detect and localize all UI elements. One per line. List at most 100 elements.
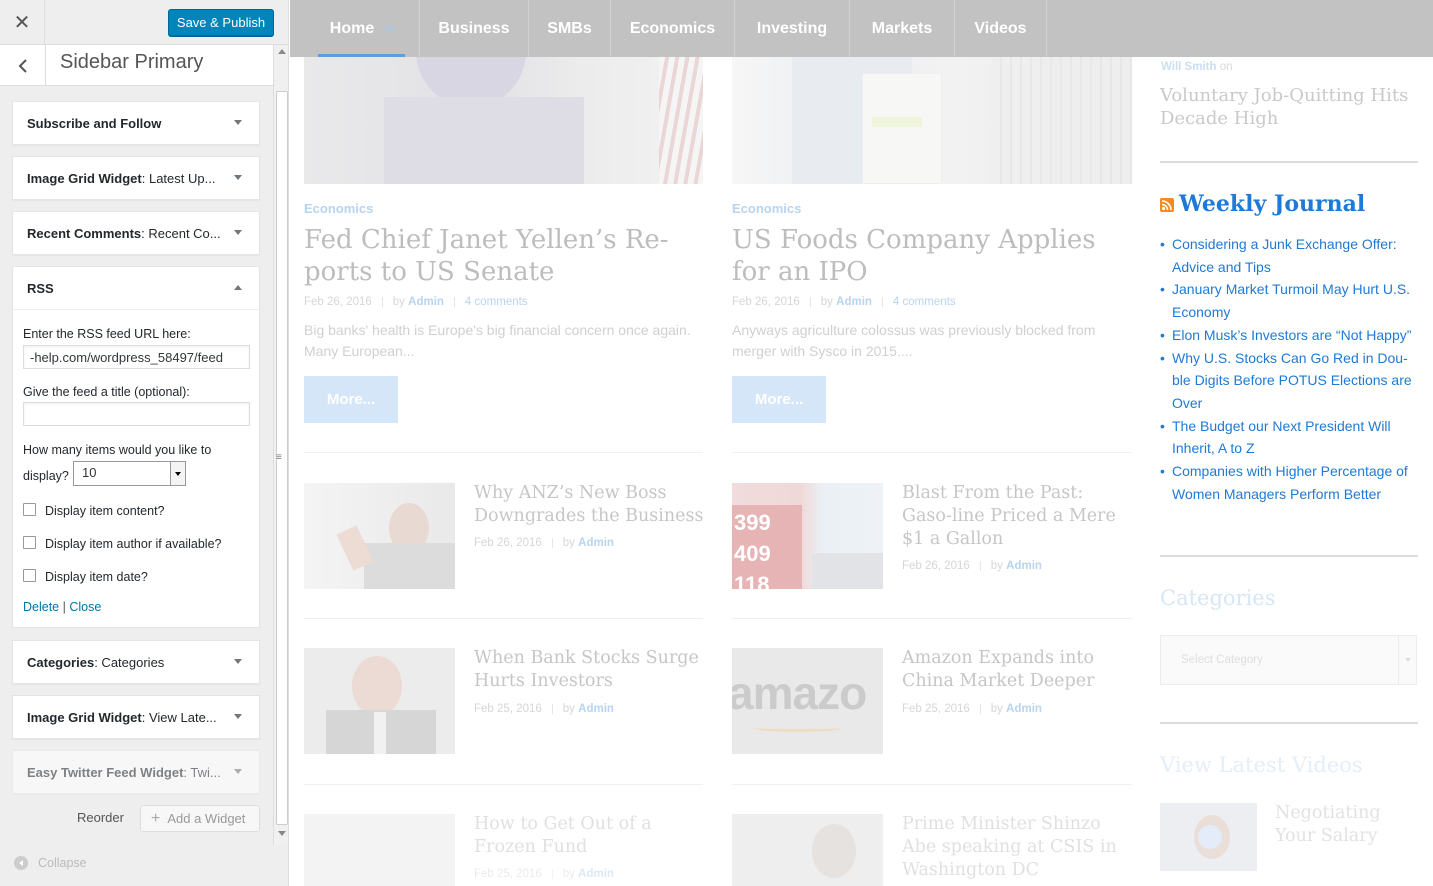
nav-item-business[interactable]: Business <box>420 0 529 57</box>
thumb-gasoline[interactable]: 399 409 118 <box>732 483 883 589</box>
delete-link[interactable]: Delete <box>23 600 59 614</box>
reorder-link[interactable]: Reorder <box>77 810 124 825</box>
widget-image-grid-latest[interactable]: Image Grid Widget: Latest Up... <box>12 156 260 200</box>
chevron-down-icon[interactable] <box>234 120 242 125</box>
collapse-icon <box>14 856 28 870</box>
nav-item-economics[interactable]: Economics <box>611 0 735 57</box>
more-button[interactable]: More... <box>304 376 398 423</box>
rss-url-label: Enter the RSS feed URL here: <box>23 327 191 341</box>
chevron-down-icon[interactable] <box>1398 636 1416 684</box>
list-item[interactable]: Elon Musk’s Investors are “Not Happy” <box>1160 324 1422 347</box>
post-meta: Feb 26, 2016 by Admin <box>474 537 614 549</box>
site-preview: Economics Fed Chief Janet Yellen’s Re-po… <box>290 0 1433 886</box>
thumb-bank-stocks[interactable] <box>304 648 455 754</box>
video-thumbnail[interactable] <box>1160 803 1257 871</box>
list-item[interactable]: Companies with Higher Percentage of Wome… <box>1160 460 1422 505</box>
post-category[interactable]: Economics <box>304 201 373 216</box>
scroll-down-icon[interactable] <box>278 831 286 836</box>
featured-post-title[interactable]: US Foods Company Applies for an IPO <box>732 224 1127 288</box>
post-meta: Feb 25, 2016 by Admin <box>474 868 614 880</box>
recent-comment-author[interactable]: Will Smith on <box>1161 61 1232 73</box>
post-title[interactable]: When Bank Stocks Surge Hurts Investors <box>474 647 704 693</box>
rss-items-select[interactable]: 10 <box>73 461 186 486</box>
category-select-placeholder: Select Category <box>1181 654 1263 666</box>
nav-item-smbs[interactable]: SMBs <box>529 0 611 57</box>
recent-comment-post[interactable]: Voluntary Job-Quitting Hits Decade High <box>1160 84 1418 130</box>
collapse-button[interactable]: Collapse <box>14 856 87 870</box>
list-item[interactable]: Considering a Junk Exchange Offer: Advic… <box>1160 233 1422 278</box>
featured-image-us-foods[interactable] <box>732 57 1132 184</box>
weekly-journal-title[interactable]: Weekly Journal <box>1179 191 1365 217</box>
save-publish-button[interactable]: Save & Publish <box>168 9 274 36</box>
thumb-anz[interactable] <box>304 483 455 589</box>
post-comments[interactable]: 4 comments <box>893 296 956 308</box>
customizer-panel: ✕ Save & Publish Sidebar Primary Subscri… <box>0 0 289 886</box>
rss-title-input[interactable] <box>23 402 250 426</box>
widget-subtitle: : Twi... <box>183 765 221 780</box>
chevron-down-icon[interactable] <box>234 230 242 235</box>
thumb-shinzo-abe[interactable] <box>732 814 883 886</box>
list-item[interactable]: Why U.S. Stocks Can Go Red in Dou-ble Di… <box>1160 347 1422 415</box>
post-title[interactable]: Blast From the Past: Gaso-line Priced a … <box>902 482 1137 551</box>
post-author[interactable]: Admin <box>408 296 444 308</box>
section-title: Sidebar Primary <box>60 51 204 73</box>
post-comments[interactable]: 4 comments <box>465 296 528 308</box>
featured-post-title[interactable]: Fed Chief Janet Yellen’s Re-ports to US … <box>304 224 694 288</box>
post-author[interactable]: Admin <box>1006 560 1042 572</box>
nav-item-markets[interactable]: Markets <box>850 0 955 57</box>
plus-icon: + <box>151 809 161 827</box>
rss-items-label: How many items would you like to <box>23 443 212 457</box>
post-title[interactable]: How to Get Out of a Frozen Fund <box>474 813 704 859</box>
post-title[interactable]: Prime Minister Shinzo Abe speaking at CS… <box>902 813 1137 882</box>
post-author[interactable]: Admin <box>578 537 614 549</box>
chevron-down-icon[interactable] <box>170 462 185 485</box>
post-author[interactable]: Admin <box>578 703 614 715</box>
chevron-down-icon[interactable] <box>234 659 242 664</box>
chevron-down-icon[interactable] <box>234 769 242 774</box>
post-title[interactable]: Amazon Expands into China Market Deeper <box>902 647 1132 693</box>
close-link[interactable]: Close <box>69 600 101 614</box>
close-icon[interactable]: ✕ <box>0 0 45 45</box>
panel-scrollbar[interactable] <box>273 45 288 845</box>
post-meta: Feb 25, 2016 by Admin <box>474 703 614 715</box>
post-title[interactable]: Why ANZ’s New Boss Downgrades the Busine… <box>474 482 704 528</box>
author-name[interactable]: Will Smith <box>1161 61 1216 73</box>
chevron-up-icon[interactable] <box>234 285 242 290</box>
rss-icon[interactable] <box>1160 198 1174 212</box>
featured-image-yellen[interactable] <box>304 57 703 184</box>
thumb-frozen-fund[interactable] <box>304 814 455 886</box>
widget-recent-comments[interactable]: Recent Comments: Recent Co... <box>12 211 260 255</box>
post-author[interactable]: Admin <box>836 296 872 308</box>
more-button[interactable]: More... <box>732 376 826 423</box>
add-widget-button[interactable]: + Add a Widget <box>140 805 260 832</box>
post-category[interactable]: Economics <box>732 201 801 216</box>
list-item[interactable]: The Budget our Next President Will Inher… <box>1160 415 1422 460</box>
widget-title: RSS <box>27 281 54 296</box>
category-select[interactable]: Select Category <box>1160 635 1417 685</box>
display-date-checkbox[interactable] <box>23 569 36 582</box>
display-content-checkbox[interactable] <box>23 503 36 516</box>
nav-item-videos[interactable]: Videos <box>955 0 1047 57</box>
back-chevron-icon[interactable] <box>0 45 46 86</box>
resize-grip-icon[interactable]: ≡ <box>276 452 282 463</box>
scroll-up-icon[interactable] <box>278 49 286 54</box>
widget-categories[interactable]: Categories: Categories <box>12 640 260 684</box>
chevron-down-icon[interactable] <box>234 175 242 180</box>
widget-easy-twitter-feed[interactable]: Easy Twitter Feed Widget: Twi... <box>12 750 260 794</box>
thumb-amazon[interactable]: amazo <box>732 648 883 754</box>
display-author-checkbox[interactable] <box>23 536 36 549</box>
nav-item-investing[interactable]: Investing <box>735 0 850 57</box>
nav-item-home[interactable]: Home <box>304 0 420 57</box>
post-by: by <box>562 537 575 549</box>
widget-subscribe-and-follow[interactable]: Subscribe and Follow <box>12 101 260 145</box>
rss-url-input[interactable] <box>23 345 250 369</box>
video-title[interactable]: Negotiating Your Salary <box>1275 802 1405 848</box>
list-item[interactable]: January Market Turmoil May Hurt U.S. Eco… <box>1160 278 1422 323</box>
chevron-down-icon[interactable] <box>234 714 242 719</box>
post-by: by <box>990 560 1003 572</box>
post-by: by <box>820 296 833 308</box>
widget-image-grid-videos[interactable]: Image Grid Widget: View Late... <box>12 695 260 739</box>
post-author[interactable]: Admin <box>578 868 614 880</box>
post-author[interactable]: Admin <box>1006 703 1042 715</box>
widget-rss[interactable]: RSS <box>12 266 260 310</box>
